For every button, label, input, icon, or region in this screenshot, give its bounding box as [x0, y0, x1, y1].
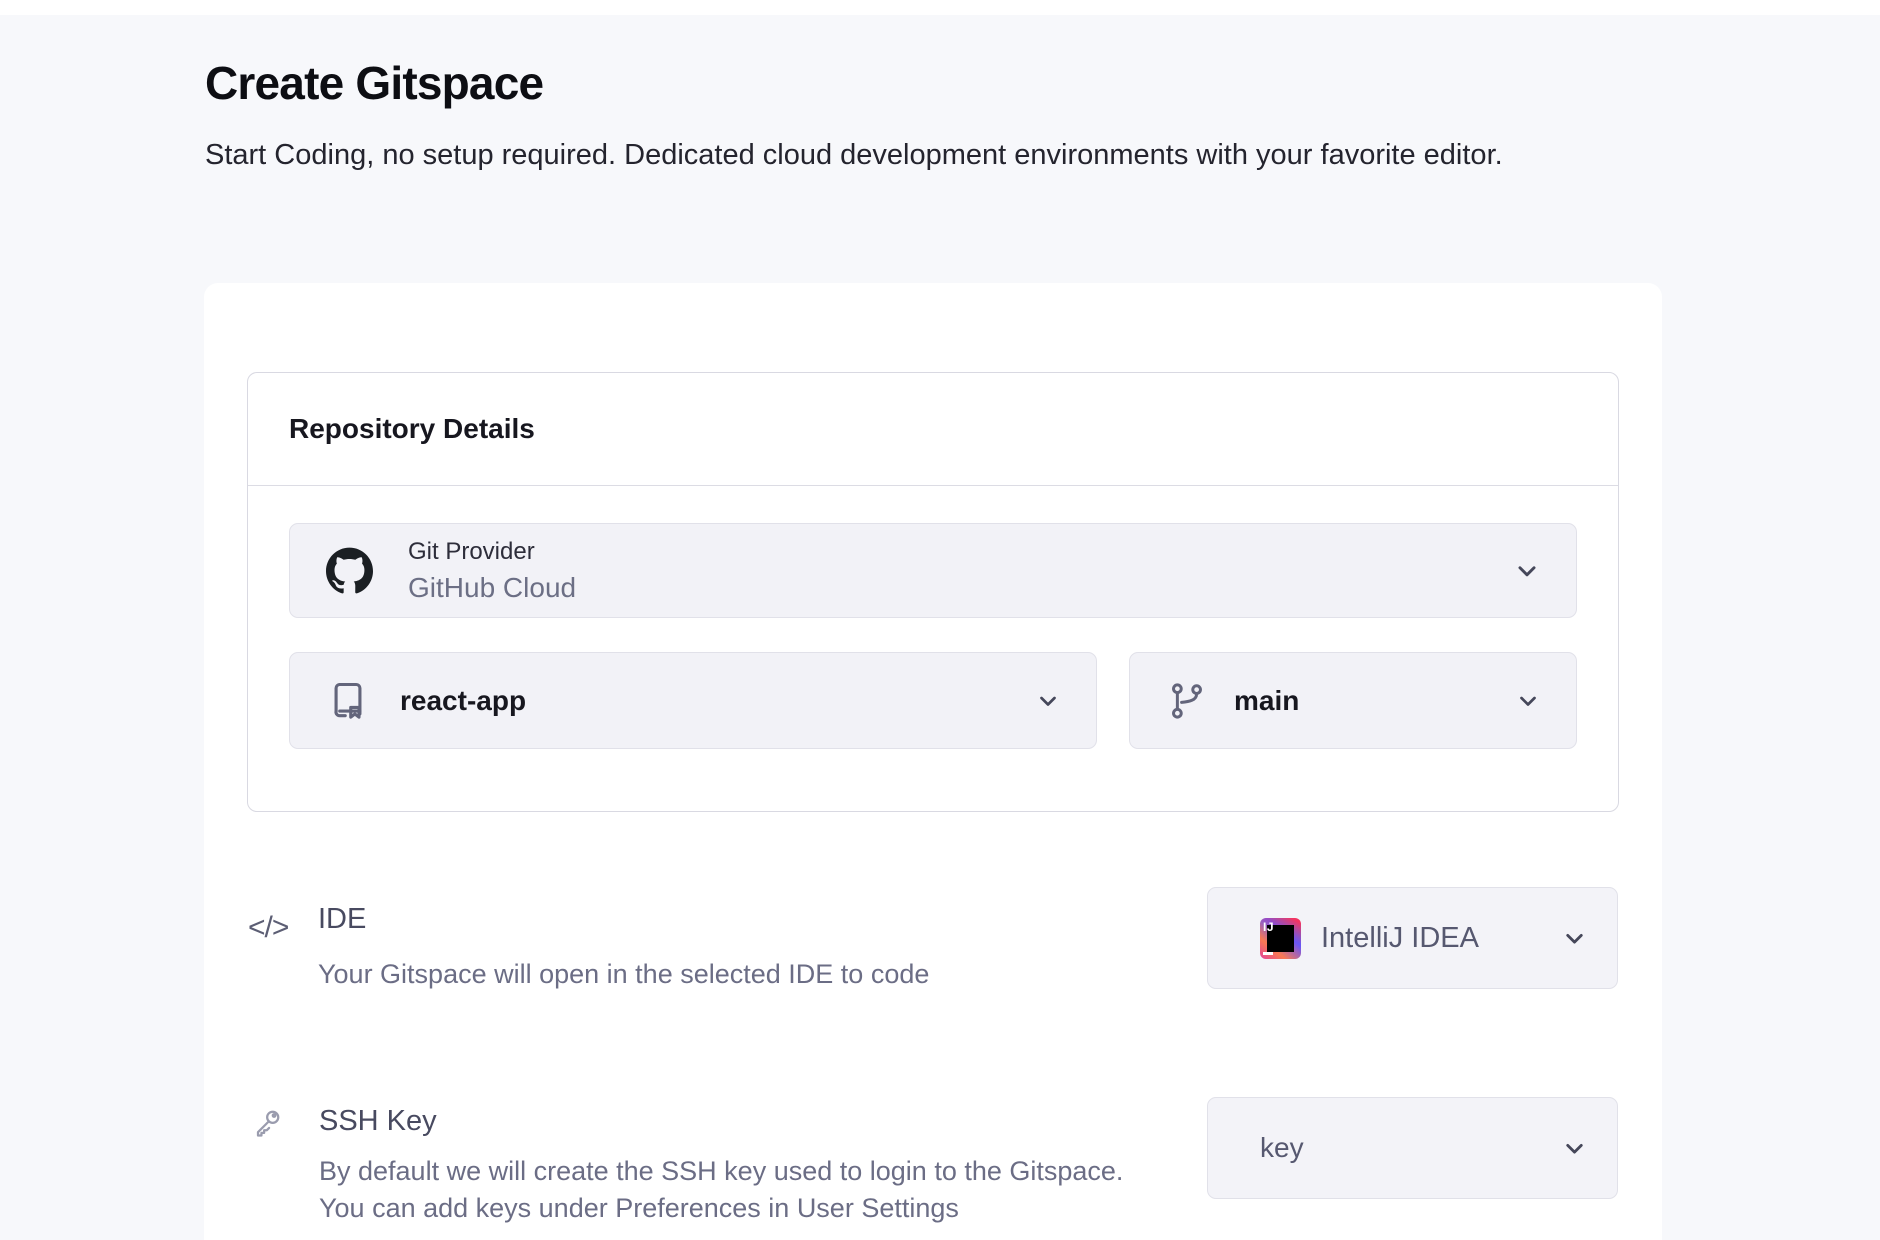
ssh-description-line-2: You can add keys under Preferences in Us…	[319, 1190, 1123, 1227]
chevron-down-icon	[1514, 558, 1540, 584]
intellij-idea-icon: IJ	[1260, 918, 1301, 959]
key-icon	[249, 1105, 285, 1141]
ide-section-description: Your Gitspace will open in the selected …	[318, 959, 929, 990]
repository-details-title: Repository Details	[289, 413, 535, 445]
git-provider-label: Git Provider	[408, 538, 576, 566]
ssh-description-line-1: By default we will create the SSH key us…	[319, 1153, 1123, 1190]
chevron-down-icon	[1562, 926, 1587, 951]
page-title: Create Gitspace	[205, 56, 543, 110]
repository-details-card: Repository Details Git Provider GitHub C…	[247, 372, 1619, 812]
code-icon: </>	[248, 911, 288, 945]
repository-details-header: Repository Details	[248, 373, 1618, 486]
git-branch-icon	[1166, 680, 1208, 722]
github-icon	[326, 547, 373, 594]
ssh-key-section-description: By default we will create the SSH key us…	[319, 1153, 1123, 1227]
repository-select[interactable]: react-app	[289, 652, 1097, 749]
repository-value: react-app	[400, 685, 526, 717]
chevron-down-icon	[1516, 689, 1540, 713]
ssh-key-value: key	[1260, 1132, 1304, 1164]
create-gitspace-form-panel: Repository Details Git Provider GitHub C…	[204, 283, 1662, 1240]
chevron-down-icon	[1036, 689, 1060, 713]
repository-icon	[326, 679, 370, 723]
git-provider-text: Git Provider GitHub Cloud	[408, 538, 576, 604]
git-provider-value: GitHub Cloud	[408, 572, 576, 604]
ide-section-label: IDE	[318, 903, 366, 936]
branch-value: main	[1234, 685, 1299, 717]
ide-value: IntelliJ IDEA	[1321, 922, 1479, 955]
ssh-key-section-label: SSH Key	[319, 1105, 437, 1138]
chevron-down-icon	[1562, 1136, 1587, 1161]
ide-select[interactable]: IJ IntelliJ IDEA	[1207, 887, 1618, 989]
page-subtitle: Start Coding, no setup required. Dedicat…	[205, 134, 1665, 177]
repository-details-body: Git Provider GitHub Cloud	[248, 486, 1618, 811]
ssh-key-select[interactable]: key	[1207, 1097, 1618, 1199]
branch-select[interactable]: main	[1129, 652, 1577, 749]
git-provider-select[interactable]: Git Provider GitHub Cloud	[289, 523, 1577, 618]
top-divider-strip	[0, 0, 1880, 15]
